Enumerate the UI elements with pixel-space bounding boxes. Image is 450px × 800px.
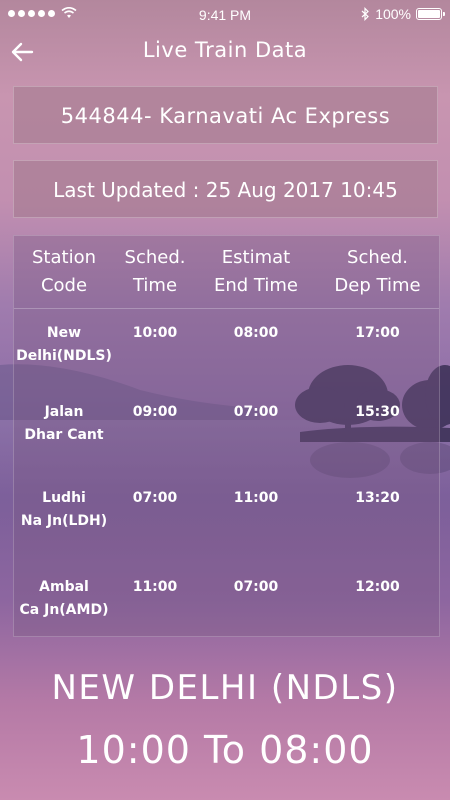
estimated-end-cell: 07:00 [233,404,279,420]
page-title: Live Train Data [142,38,308,62]
station-cell: Ludhi Na Jn(LDH) [20,490,108,529]
status-bar: 9:41 PM 100% [0,0,450,30]
navigation-bar: Live Train Data [0,30,450,74]
station-cell: Jalan Dhar Cant [24,404,104,443]
station-cell: Ambal Ca Jn(AMD) [19,579,109,618]
sched-dep-cell: 13:20 [355,490,400,506]
table-header: Station Code Sched. Time Estimat End Time S… [14,236,439,309]
header-sched-time: Sched. Time [124,247,186,296]
table-row[interactable]: Ludhi Na Jn(LDH) 07:00 11:00 13:20 [14,487,439,533]
table-row[interactable]: Ambal Ca Jn(AMD) 11:00 07:00 12:00 [14,576,439,622]
sched-time-cell: 07:00 [132,490,178,506]
sched-time-cell: 09:00 [132,404,178,420]
selected-station-times: 10:00 To 08:00 [76,728,374,772]
header-estimated-end-time: Estimat End Time [214,247,298,296]
sched-time-cell: 11:00 [132,579,178,595]
estimated-end-cell: 08:00 [233,325,279,341]
header-sched-dep-time: Sched. Dep Time [334,247,421,296]
table-row[interactable]: Jalan Dhar Cant 09:00 07:00 15:30 [14,401,439,447]
estimated-end-cell: 11:00 [233,490,279,506]
station-cell: New Delhi(NDLS) [16,325,112,364]
header-station-code: Station Code [32,247,96,296]
selected-station-name: NEW DELHI (NDLS) [51,668,399,708]
sched-dep-cell: 15:30 [355,404,400,420]
battery-percentage: 100% [375,6,411,22]
sched-dep-cell: 17:00 [355,325,400,341]
table-row[interactable]: New Delhi(NDLS) 10:00 08:00 17:00 [14,322,439,368]
schedule-table: Station Code Sched. Time Estimat End Time S… [13,235,440,637]
bluetooth-icon [361,7,370,21]
last-updated-card: Last Updated : 25 Aug 2017 10:45 [13,160,438,218]
sched-time-cell: 10:00 [132,325,178,341]
battery-icon [416,8,445,20]
sched-dep-cell: 12:00 [355,579,400,595]
estimated-end-cell: 07:00 [233,579,279,595]
train-name-card: 544844- Karnavati Ac Express [13,86,438,144]
